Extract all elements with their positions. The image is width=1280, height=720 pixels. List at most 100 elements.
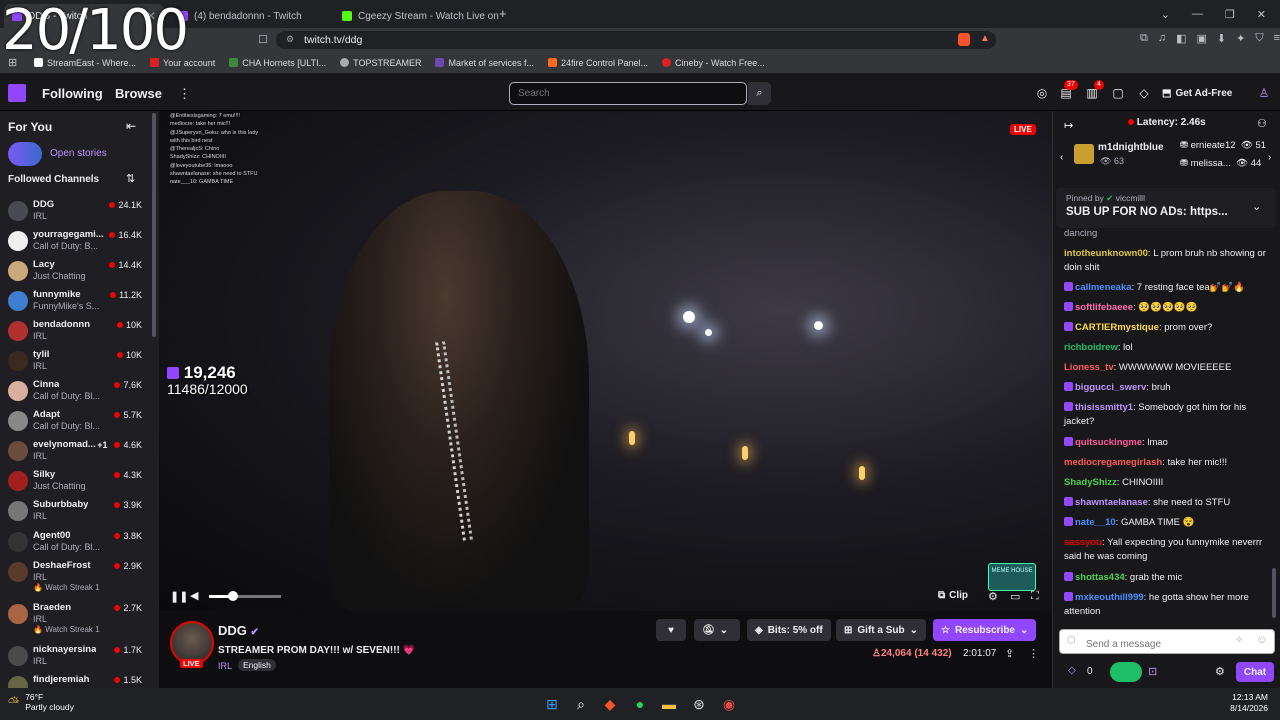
chat-username[interactable]: shawntaelanase (1075, 497, 1148, 508)
chat-username[interactable]: softlifebaeee (1075, 302, 1133, 313)
bookmark-market[interactable]: Market of services f... (435, 58, 534, 68)
steam-icon[interactable]: ⊛ (689, 694, 709, 714)
sort-icon[interactable]: ⇅ (126, 172, 135, 185)
sidebar-channel-item[interactable]: Cinna Call of Duty: Bl... 7.6K (0, 377, 150, 407)
chrome-icon[interactable]: ◉ (719, 694, 739, 714)
share-icon[interactable]: ⇪ (1005, 647, 1014, 660)
close-window-icon[interactable]: ✕ (1257, 8, 1266, 21)
sidebar-channel-item[interactable]: Silky Just Chatting 4.3K (0, 467, 150, 497)
chat-username[interactable]: mxkeouthill999 (1075, 592, 1144, 603)
chat-username[interactable]: quitsuckingme (1075, 437, 1142, 448)
system-clock[interactable]: 12:13 AM 8/14/2026 (1230, 692, 1268, 714)
bookmark-topstreamer[interactable]: TOPSTREAMER (340, 58, 421, 68)
tab-kick[interactable]: Cgeezy Stream - Watch Live on Kick (334, 4, 499, 28)
chat-username[interactable]: nate__10 (1075, 517, 1116, 528)
chat-username[interactable]: ShadyShizz (1064, 477, 1117, 488)
bits-button[interactable]: ◈ Bits: 5% off (747, 619, 831, 641)
bookmark-24fire[interactable]: 24fire Control Panel... (547, 58, 648, 68)
minimize-icon[interactable]: — (1192, 8, 1203, 20)
gift-sub-button[interactable]: ⊞ Gift a Sub ⌄ (836, 619, 927, 641)
sidebar-icon[interactable]: ◧ (1176, 32, 1186, 45)
sidebar-channel-item[interactable]: Braeden IRL 2.7K 🔥 Watch Streak 1 (0, 600, 150, 634)
bookmark-hornets[interactable]: CHA Hornets [ULTI... (229, 58, 326, 68)
extensions-icon[interactable]: ⧉ (1140, 32, 1148, 45)
chat-username[interactable]: callmeneaka (1075, 282, 1132, 293)
resubscribe-button[interactable]: ☆ Resubscribe ⌄ (933, 619, 1037, 641)
chevron-left-icon[interactable]: ‹ (1060, 152, 1063, 163)
menu-icon[interactable]: ≡ (1274, 32, 1280, 45)
channel-points-icon[interactable]: ◇ (1068, 665, 1076, 676)
chat-username[interactable]: mediocregamegirlash (1064, 457, 1162, 468)
search-input[interactable] (509, 82, 747, 105)
whispers-icon[interactable]: ▢ (1111, 86, 1125, 100)
new-tab-button[interactable]: + (499, 6, 507, 21)
chat-send-button[interactable]: Chat (1236, 662, 1274, 682)
sidebar-channel-item[interactable]: tylil IRL 10K (0, 347, 150, 377)
fullscreen-icon[interactable]: ⛶ (1031, 590, 1039, 603)
tab-search-icon[interactable]: ⌄ (1161, 8, 1170, 21)
sidebar-channel-item[interactable]: yourragegami... Call of Duty: B... 16.4K (0, 227, 150, 257)
sidebar-channel-item[interactable]: nicknayersina IRL 1.7K (0, 642, 150, 672)
twitch-logo-icon[interactable] (8, 84, 26, 102)
notifications-bell-button[interactable]: 🔕︎ ⌄ (694, 619, 740, 641)
wallet-icon[interactable]: ▣ (1197, 32, 1207, 45)
sidebar-channel-item[interactable]: evelynomad... IRL +1 4.6K (0, 437, 150, 467)
open-stories-link[interactable]: Open stories (50, 148, 107, 159)
sidebar-scrollbar[interactable] (152, 113, 156, 337)
claim-bonus-button[interactable] (1110, 662, 1142, 682)
chevron-down-icon[interactable]: ⌄ (1252, 200, 1261, 213)
chat-username[interactable]: biggucci_swerv (1075, 382, 1146, 393)
spotify-icon[interactable]: ● (630, 694, 650, 714)
channel-name[interactable]: DDG ✔ (218, 623, 259, 638)
more-options-icon[interactable]: ⋮ (178, 86, 191, 102)
taskbar-search-icon[interactable]: ⌕ (571, 694, 591, 714)
ai-icon[interactable]: ✦ (1236, 32, 1245, 45)
follow-heart-button[interactable]: ♥ (656, 619, 686, 641)
search-button[interactable]: ⌕ (748, 82, 771, 105)
pause-icon[interactable]: ❚❚ (170, 590, 188, 603)
sidebar-channel-item[interactable]: Lacy Just Chatting 14.4K (0, 257, 150, 287)
nav-browse[interactable]: Browse (115, 86, 162, 101)
chat-username[interactable]: richboidrew (1064, 342, 1118, 353)
brave-rewards-icon[interactable]: ▲ (980, 33, 990, 44)
chat-username[interactable]: intotheunknown00 (1064, 248, 1148, 259)
stories-avatars[interactable] (8, 142, 42, 166)
sidebar-channel-item[interactable]: DDG IRL 24.1K (0, 197, 150, 227)
volume-icon[interactable]: ◀ (190, 589, 198, 602)
chat-scrollbar[interactable] (1272, 568, 1276, 618)
user-avatar-icon[interactable]: ♙ (1257, 86, 1271, 100)
download-icon[interactable]: ⬇ (1217, 32, 1226, 45)
sidebar-channel-item[interactable]: Suburbbaby IRL 3.9K (0, 497, 150, 527)
volume-knob[interactable] (227, 591, 238, 601)
brave-shield-icon[interactable] (958, 33, 970, 46)
maximize-icon[interactable]: ❐ (1225, 8, 1235, 21)
settings-gear-icon[interactable]: ⚙ (988, 590, 998, 603)
category-link[interactable]: IRL (218, 661, 232, 671)
bookmark-cineby[interactable]: Cineby - Watch Free... (662, 58, 765, 68)
drops-icon[interactable]: ◎ (1035, 86, 1049, 100)
theatre-mode-icon[interactable]: ▭ (1010, 590, 1020, 603)
more-options-icon[interactable]: ⋮ (1028, 647, 1039, 660)
sparkle-icon[interactable]: ✧ (1235, 635, 1243, 646)
sidebar-channel-item[interactable]: funnymike FunnyMike's S... 11.2K (0, 287, 150, 317)
get-ad-free-button[interactable]: ⬒ Get Ad-Free (1162, 84, 1232, 102)
emote-icon[interactable]: ☺ (1256, 634, 1267, 646)
clip-button[interactable]: ⧉ Clip (938, 590, 968, 601)
sidebar-channel-item[interactable]: Agent00 Call of Duty: Bl... 3.8K (0, 528, 150, 558)
chat-username[interactable]: shottas434 (1075, 572, 1125, 583)
tab-bendadonnn[interactable]: (4) bendadonnn - Twitch (170, 4, 330, 28)
chat-username[interactable]: sassyou (1064, 537, 1102, 548)
bits-icon[interactable]: ◇ (1137, 86, 1151, 100)
address-bar[interactable]: ⚙ twitch.tv/ddg (276, 31, 996, 49)
collapse-chat-icon[interactable]: ↦ (1064, 119, 1073, 132)
language-tag[interactable]: English (238, 659, 276, 671)
chevron-right-icon[interactable]: › (1268, 152, 1271, 163)
nav-following[interactable]: Following (42, 86, 103, 101)
brave-browser-icon[interactable]: ◆ (600, 694, 620, 714)
chat-settings-icon[interactable]: ⚙ (1215, 665, 1225, 678)
sidebar-channel-item[interactable]: Adapt Call of Duty: Bl... 5.7K (0, 407, 150, 437)
sidebar-channel-item[interactable]: DeshaeFrost IRL 2.9K 🔥 Watch Streak 1 (0, 558, 150, 592)
music-icon[interactable]: ♫ (1158, 32, 1166, 45)
site-info-icon[interactable]: ⚙ (286, 34, 294, 45)
windows-start-icon[interactable]: ⊞ (542, 694, 562, 714)
